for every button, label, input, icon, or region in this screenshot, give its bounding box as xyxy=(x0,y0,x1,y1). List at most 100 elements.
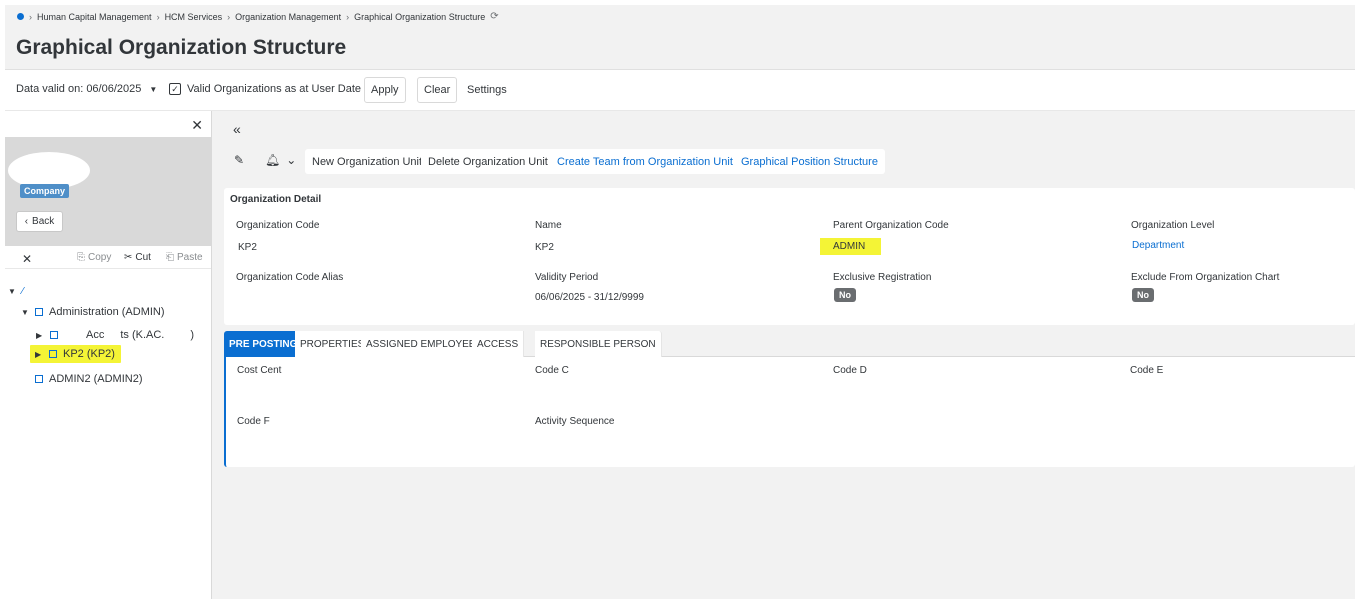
tree-node-admin2[interactable]: ADMIN2 (ADMIN2) xyxy=(35,373,143,385)
pre-posting-panel: Cost Cent Code C Code D Code E Code F Ac… xyxy=(224,357,1355,467)
tab-access[interactable]: ACCESS xyxy=(472,331,525,357)
field-label: Code D xyxy=(833,365,867,376)
field-label: Code C xyxy=(535,365,569,376)
redacted-label xyxy=(164,330,191,340)
tree-node-label: Acc ts (K.AC.) xyxy=(64,329,194,341)
tree-node-kp2[interactable]: ▶ KP2 (KP2) xyxy=(30,345,121,363)
copy-icon: ⎘ xyxy=(77,252,85,263)
bell-icon[interactable]: 🔔︎ ⌄ xyxy=(265,153,296,167)
redacted-label xyxy=(64,330,86,340)
page-title: Graphical Organization Structure xyxy=(16,36,347,59)
field-label: Organization Code xyxy=(236,220,320,231)
new-organization-unit-button[interactable]: New Organization Unit xyxy=(305,149,430,174)
field-label: Organization Code Alias xyxy=(236,272,344,283)
org-unit-icon xyxy=(35,308,43,316)
field-label: Validity Period xyxy=(535,272,599,283)
settings-link[interactable]: Settings xyxy=(467,84,507,96)
home-icon[interactable] xyxy=(17,13,24,20)
valid-organizations-label: Valid Organizations as at User Date xyxy=(187,83,362,95)
valid-organizations-checkbox[interactable]: ✓ Valid Organizations as at User Date xyxy=(169,83,361,95)
chevron-right-icon: › xyxy=(346,11,350,22)
tree-node-label: Administration (ADMIN) xyxy=(49,306,165,318)
company-badge: Company xyxy=(20,184,70,198)
caret-down-icon: ▼ xyxy=(149,84,158,94)
chevron-right-icon: › xyxy=(156,11,160,22)
hierarchy-icon: ⁄ xyxy=(22,285,24,297)
refresh-icon[interactable]: ⟳ xyxy=(490,11,498,22)
tree-node-accounts[interactable]: ▶ Acc ts (K.AC.) xyxy=(36,329,194,341)
tab-responsible-person[interactable]: RESPONSIBLE PERSON xyxy=(535,331,662,357)
org-unit-icon xyxy=(50,331,58,339)
redacted-label xyxy=(29,285,160,297)
org-unit-icon xyxy=(49,350,57,358)
create-team-button[interactable]: Create Team from Organization Unit xyxy=(550,149,740,174)
redacted-label xyxy=(104,330,121,340)
cut-label: Cut xyxy=(135,252,151,263)
tab-assigned-employees[interactable]: ASSIGNED EMPLOYEES xyxy=(361,331,489,357)
tree-node-root[interactable]: ▼ ⁄ xyxy=(8,285,160,297)
field-label: Organization Level xyxy=(1131,220,1215,231)
shell-header: › Human Capital Management › HCM Service… xyxy=(5,5,1355,70)
pencil-icon[interactable]: ✎ xyxy=(234,153,244,167)
org-unit-icon xyxy=(35,375,43,383)
back-button[interactable]: ‹ Back xyxy=(16,211,63,232)
organization-detail-card: Organization Detail Organization Code KP… xyxy=(224,188,1355,325)
field-label: Exclusive Registration xyxy=(833,272,932,283)
collapsed-arrow-icon[interactable]: ▶ xyxy=(36,331,44,340)
paste-label: Paste xyxy=(177,252,203,263)
close-icon[interactable]: ✕ xyxy=(22,252,32,266)
field-label: Exclude From Organization Chart xyxy=(1131,272,1280,283)
paste-icon: ⎗ xyxy=(166,252,174,263)
field-label: Name xyxy=(535,220,562,231)
section-title: Organization Detail xyxy=(230,194,322,205)
apply-button[interactable]: Apply xyxy=(364,77,406,103)
tab-properties[interactable]: PROPERTIES xyxy=(295,331,371,357)
exclude-from-chart-badge: No xyxy=(1132,288,1154,302)
organization-code-value: KP2 xyxy=(238,242,257,253)
copy-label: Copy xyxy=(88,252,112,263)
copy-button[interactable]: ⎘ Copy xyxy=(77,252,111,263)
collapsed-arrow-icon[interactable]: ▶ xyxy=(35,350,43,359)
field-label: Code F xyxy=(237,416,270,427)
org-tree-panel: ✕ Company ‹ Back ✕ ⎘ Copy ✂ Cut ⎗ Paste … xyxy=(5,111,212,599)
tree-node-label-part: ts (K.AC. xyxy=(120,329,165,341)
tree-node-admin[interactable]: ▼ Administration (ADMIN) xyxy=(21,306,165,318)
detail-area: « ✎ 🔔︎ ⌄ New Organization Unit Delete Org… xyxy=(212,111,1355,599)
double-chevron-left-icon[interactable]: « xyxy=(233,121,241,137)
tab-pre-posting[interactable]: PRE POSTING xyxy=(224,331,304,357)
expanded-arrow-icon[interactable]: ▼ xyxy=(8,287,16,296)
graphical-position-structure-button[interactable]: Graphical Position Structure xyxy=(734,149,885,174)
parent-organization-code-value: ADMIN xyxy=(820,238,882,255)
chevron-right-icon: › xyxy=(227,11,231,22)
breadcrumb-item[interactable]: Organization Management xyxy=(235,12,341,22)
field-label: Cost Cent xyxy=(237,365,282,376)
cut-button[interactable]: ✂ Cut xyxy=(124,252,151,263)
delete-organization-unit-button[interactable]: Delete Organization Unit xyxy=(421,149,555,174)
organization-level-link[interactable]: Department xyxy=(1132,240,1184,251)
chevron-left-icon: ‹ xyxy=(24,216,29,227)
date-select[interactable]: Data valid on: 06/06/2025 ▼ xyxy=(16,83,157,95)
tree-node-label: KP2 (KP2) xyxy=(63,348,115,360)
checkbox-checked-icon[interactable]: ✓ xyxy=(169,83,181,95)
close-icon[interactable]: ✕ xyxy=(191,117,203,134)
field-label: Parent Organization Code xyxy=(833,220,949,231)
breadcrumb-item[interactable]: HCM Services xyxy=(165,12,223,22)
detail-tabs: PRE POSTING PROPERTIES ASSIGNED EMPLOYEE… xyxy=(224,331,1355,357)
breadcrumb-item[interactable]: Human Capital Management xyxy=(37,12,152,22)
clear-button[interactable]: Clear xyxy=(417,77,458,103)
paste-button[interactable]: ⎗ Paste xyxy=(166,252,203,263)
chevron-down-icon: ⌄ xyxy=(286,153,297,167)
validity-period-value: 06/06/2025 - 31/12/9999 xyxy=(535,292,644,303)
exclusive-registration-badge: No xyxy=(834,288,856,302)
org-header-card: Company ‹ Back xyxy=(5,137,211,246)
expanded-arrow-icon[interactable]: ▼ xyxy=(21,308,29,317)
tree-node-label-part: ) xyxy=(190,329,195,341)
breadcrumb: › Human Capital Management › HCM Service… xyxy=(17,11,499,22)
back-label: Back xyxy=(32,216,55,227)
date-select-label: Data valid on: 06/06/2025 xyxy=(16,83,142,95)
field-label: Activity Sequence xyxy=(535,416,615,427)
filter-bar: Data valid on: 06/06/2025 ▼ ✓ Valid Orga… xyxy=(5,70,1355,111)
breadcrumb-item-current: Graphical Organization Structure xyxy=(354,11,486,22)
tree-node-label-part: Acc xyxy=(86,329,105,341)
name-value: KP2 xyxy=(535,242,554,253)
